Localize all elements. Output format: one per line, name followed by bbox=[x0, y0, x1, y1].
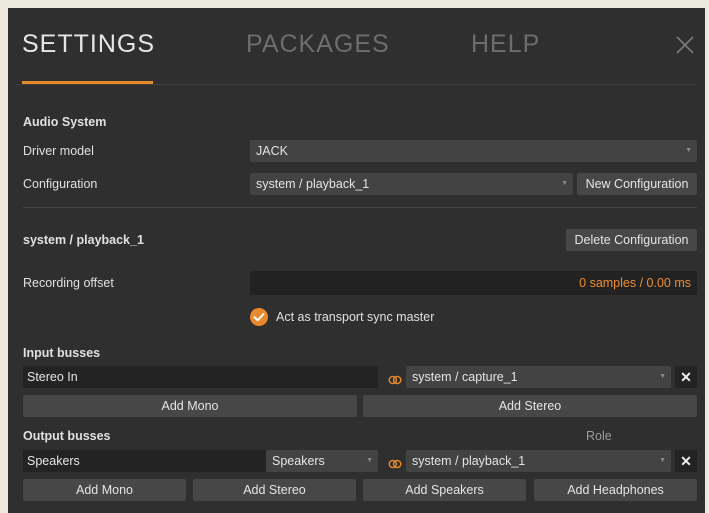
delete-configuration-button[interactable]: Delete Configuration bbox=[566, 229, 697, 251]
settings-panel: SETTINGS PACKAGES HELP Audio System Driv… bbox=[8, 8, 705, 513]
input-add-mono-button[interactable]: Add Mono bbox=[23, 395, 357, 417]
dropdown-caret-icon: ▼ bbox=[685, 147, 692, 154]
output-add-speakers-button[interactable]: Add Speakers bbox=[363, 479, 526, 501]
sync-master-label: Act as transport sync master bbox=[276, 310, 435, 324]
driver-model-select[interactable]: JACK ▼ bbox=[250, 140, 697, 162]
input-busses-heading: Input busses bbox=[23, 346, 101, 360]
dropdown-caret-icon: ▼ bbox=[561, 180, 568, 187]
close-icon[interactable] bbox=[674, 34, 696, 56]
link-icon[interactable] bbox=[388, 456, 402, 469]
configuration-label: Configuration bbox=[23, 177, 98, 191]
input-bus-name-field[interactable]: Stereo In bbox=[23, 366, 378, 388]
tab-divider bbox=[16, 84, 697, 85]
sync-master-checkbox[interactable] bbox=[250, 308, 268, 326]
dropdown-caret-icon: ▼ bbox=[659, 457, 666, 464]
new-configuration-button[interactable]: New Configuration bbox=[577, 173, 697, 195]
section-divider bbox=[23, 207, 697, 208]
output-bus-name-field[interactable]: Speakers bbox=[23, 450, 266, 472]
output-bus-role-select[interactable]: Speakers ▼ bbox=[266, 450, 378, 472]
tab-packages[interactable]: PACKAGES bbox=[246, 30, 390, 59]
checkmark-icon bbox=[253, 313, 265, 322]
output-busses-heading: Output busses bbox=[23, 429, 111, 443]
output-bus-role-value: Speakers bbox=[272, 454, 325, 468]
role-column-header: Role bbox=[586, 429, 612, 443]
input-add-stereo-button[interactable]: Add Stereo bbox=[363, 395, 697, 417]
audio-system-heading: Audio System bbox=[23, 115, 107, 129]
configuration-title: system / playback_1 bbox=[23, 233, 144, 247]
configuration-value: system / playback_1 bbox=[256, 177, 370, 191]
recording-offset-value: 0 samples / 0.00 ms bbox=[579, 276, 691, 290]
remove-icon[interactable]: ✕ bbox=[675, 450, 697, 472]
recording-offset-field[interactable]: 0 samples / 0.00 ms bbox=[250, 271, 697, 295]
link-icon[interactable] bbox=[388, 372, 402, 385]
input-bus-port-value: system / capture_1 bbox=[412, 370, 518, 384]
tab-settings[interactable]: SETTINGS bbox=[22, 30, 155, 59]
output-add-mono-button[interactable]: Add Mono bbox=[23, 479, 186, 501]
driver-model-value: JACK bbox=[256, 144, 288, 158]
tab-help[interactable]: HELP bbox=[471, 30, 540, 59]
output-add-headphones-button[interactable]: Add Headphones bbox=[534, 479, 697, 501]
recording-offset-label: Recording offset bbox=[23, 276, 114, 290]
output-bus-port-value: system / playback_1 bbox=[412, 454, 526, 468]
configuration-select[interactable]: system / playback_1 ▼ bbox=[250, 173, 573, 195]
driver-model-label: Driver model bbox=[23, 144, 94, 158]
remove-icon[interactable]: ✕ bbox=[675, 366, 697, 388]
input-bus-port-select[interactable]: system / capture_1 ▼ bbox=[406, 366, 671, 388]
dropdown-caret-icon: ▼ bbox=[366, 457, 373, 464]
output-add-stereo-button[interactable]: Add Stereo bbox=[193, 479, 356, 501]
dropdown-caret-icon: ▼ bbox=[659, 373, 666, 380]
output-bus-port-select[interactable]: system / playback_1 ▼ bbox=[406, 450, 671, 472]
tab-bar: SETTINGS PACKAGES HELP bbox=[8, 8, 705, 86]
